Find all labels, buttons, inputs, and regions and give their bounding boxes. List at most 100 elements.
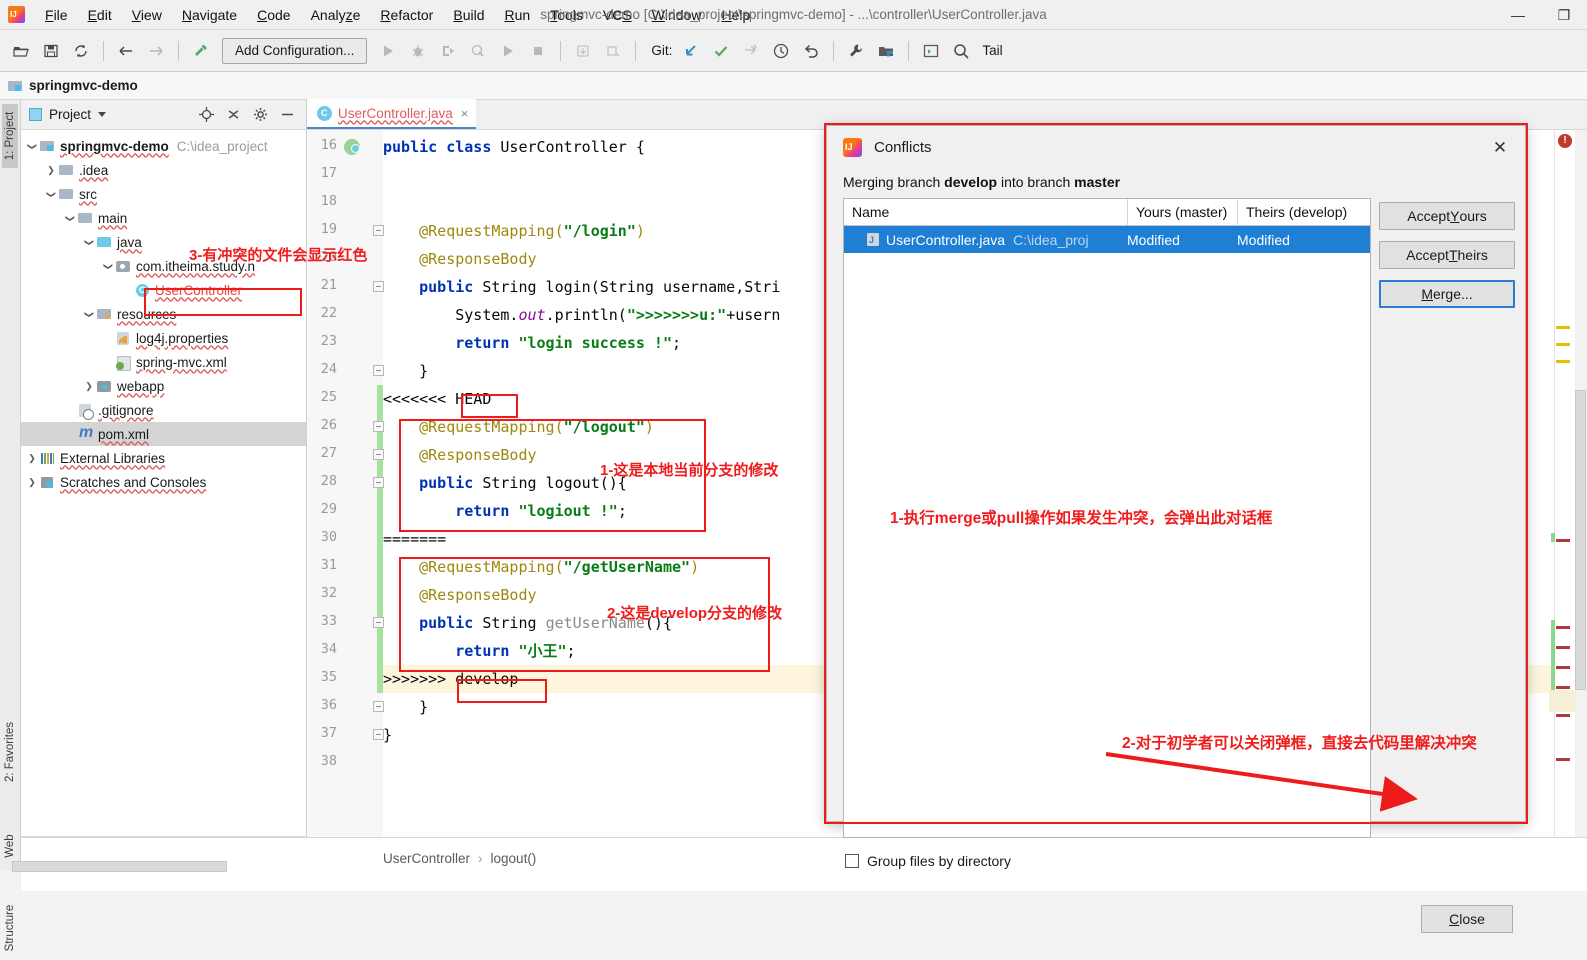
menu-file[interactable]: File: [35, 3, 78, 27]
class-gutter-icon-inner: [351, 144, 360, 153]
group-files-by-directory-checkbox[interactable]: Group files by directory: [845, 853, 1011, 869]
minimize-button[interactable]: —: [1495, 0, 1541, 30]
rail-item-favorites[interactable]: 2: Favorites: [4, 720, 16, 784]
chevron-right-icon[interactable]: [25, 453, 39, 464]
sync-icon[interactable]: [67, 37, 95, 65]
project-structure-icon[interactable]: [872, 37, 900, 65]
maximize-button[interactable]: ❐: [1541, 0, 1587, 30]
chevron-down-icon[interactable]: [98, 112, 107, 117]
column-header-yours[interactable]: Yours (master): [1127, 199, 1237, 225]
editor-marker-strip[interactable]: [1549, 130, 1576, 837]
vertical-scrollbar-thumb[interactable]: [1575, 390, 1586, 690]
menu-build[interactable]: Build: [443, 3, 494, 27]
menu-refactor[interactable]: Refactor: [370, 3, 443, 27]
intellij-logo-icon: [8, 6, 25, 23]
menu-help[interactable]: Help: [712, 3, 761, 27]
warning-marker[interactable]: [1556, 360, 1570, 363]
editor-gutter[interactable]: 16 17 18 19 20 21 22 23 24 25 26 27 28 29 30 31 32 33 34 35…: [307, 130, 384, 837]
tree-item-log4j-properties[interactable]: log4j.properties: [21, 326, 306, 350]
pkg-icon: [115, 259, 132, 274]
error-marker[interactable]: [1556, 758, 1570, 761]
gear-icon[interactable]: [249, 104, 271, 126]
close-icon[interactable]: ×: [461, 106, 469, 121]
wrench-icon[interactable]: [842, 37, 870, 65]
tree-item-scratches-and-consoles[interactable]: Scratches and Consoles: [21, 470, 306, 494]
menu-navigate[interactable]: Navigate: [172, 3, 247, 27]
column-header-name[interactable]: Name: [844, 199, 1127, 225]
conflicts-dialog[interactable]: Conflicts ✕ Merging branch develop into …: [826, 125, 1526, 933]
tree-item-src[interactable]: src: [21, 182, 306, 206]
chevron-down-icon[interactable]: [101, 261, 115, 272]
tree-item-idea[interactable]: .idea: [21, 158, 306, 182]
menu-vcs[interactable]: VCS: [593, 3, 642, 27]
tab-label: UserController.java: [338, 105, 453, 121]
back-arrow-icon[interactable]: [112, 37, 140, 65]
close-button[interactable]: Close: [1421, 905, 1513, 933]
error-marker[interactable]: [1556, 539, 1570, 542]
tab-usercontroller-java[interactable]: UserController.java ×: [307, 99, 477, 129]
toolbar-divider: [103, 40, 104, 61]
breadcrumb-class[interactable]: UserController: [383, 851, 470, 866]
error-marker[interactable]: [1556, 646, 1570, 649]
tree-item-springmvc-demo[interactable]: springmvc-demo C:\idea_project: [21, 134, 306, 158]
rollback-icon[interactable]: [797, 37, 825, 65]
menu-window[interactable]: Window: [642, 3, 712, 27]
breadcrumb-method[interactable]: logout(): [491, 851, 537, 866]
warning-marker[interactable]: [1556, 343, 1570, 346]
tree-item-resources[interactable]: resources: [21, 302, 306, 326]
menu-analyze[interactable]: Analyze: [301, 3, 371, 27]
terminal-icon[interactable]: [917, 37, 945, 65]
error-count-badge[interactable]: !: [1558, 134, 1572, 148]
chevron-down-icon[interactable]: [82, 309, 96, 320]
tree-item-webapp[interactable]: webapp: [21, 374, 306, 398]
tree-item-external-libraries[interactable]: External Libraries: [21, 446, 306, 470]
rail-item-structure[interactable]: Structure: [4, 896, 16, 960]
merge-button[interactable]: Merge...: [1379, 280, 1515, 308]
menu-tools[interactable]: Tools: [540, 3, 593, 27]
code-token: "/login": [563, 222, 636, 240]
tree-item-pom-xml[interactable]: pom.xml: [21, 422, 306, 446]
rail-item-project[interactable]: 1: Project: [2, 104, 18, 168]
accept-theirs-button[interactable]: Accept Theirs: [1379, 241, 1515, 269]
menu-view[interactable]: View: [122, 3, 172, 27]
chevron-down-icon[interactable]: [82, 237, 96, 248]
error-marker[interactable]: [1556, 714, 1570, 717]
search-icon[interactable]: [947, 37, 975, 65]
locate-icon[interactable]: [195, 104, 217, 126]
tree-item-label: webapp: [117, 378, 165, 394]
error-marker[interactable]: [1556, 686, 1570, 689]
error-marker[interactable]: [1556, 666, 1570, 669]
error-marker[interactable]: [1556, 626, 1570, 629]
chevron-down-icon[interactable]: [63, 213, 77, 224]
chevron-right-icon[interactable]: [82, 381, 96, 392]
table-row[interactable]: UserController.java C:\idea_proj Modifie…: [844, 226, 1370, 253]
menu-edit[interactable]: Edit: [78, 3, 122, 27]
history-clock-icon[interactable]: [767, 37, 795, 65]
chevron-down-icon[interactable]: [25, 141, 39, 152]
menu-code[interactable]: Code: [247, 3, 300, 27]
horizontal-scrollbar-thumb[interactable]: [12, 861, 227, 872]
collapse-all-icon[interactable]: [222, 104, 244, 126]
tree-item-usercontroller[interactable]: UserController: [21, 278, 306, 302]
open-folder-icon[interactable]: [7, 37, 35, 65]
column-header-theirs[interactable]: Theirs (develop): [1237, 199, 1369, 225]
chevron-right-icon[interactable]: [44, 165, 58, 176]
tree-item-spring-mvc-xml[interactable]: spring-mvc.xml: [21, 350, 306, 374]
save-icon[interactable]: [37, 37, 65, 65]
dialog-close-icon[interactable]: ✕: [1487, 136, 1513, 160]
update-project-icon[interactable]: [677, 37, 705, 65]
accept-yours-button[interactable]: Accept Yours: [1379, 202, 1515, 230]
chevron-down-icon[interactable]: [44, 189, 58, 200]
tree-item-gitignore[interactable]: .gitignore: [21, 398, 306, 422]
tail-label[interactable]: Tail: [982, 43, 1002, 58]
menu-run[interactable]: Run: [495, 3, 541, 27]
tree-item-main[interactable]: main: [21, 206, 306, 230]
project-panel-title[interactable]: Project: [49, 107, 91, 122]
hammer-icon[interactable]: [187, 37, 215, 65]
commit-checkmark-icon[interactable]: [707, 37, 735, 65]
add-configuration-button[interactable]: Add Configuration...: [222, 37, 368, 64]
checkbox-box[interactable]: [845, 854, 859, 868]
hide-panel-icon[interactable]: [276, 104, 298, 126]
warning-marker[interactable]: [1556, 326, 1570, 329]
chevron-right-icon[interactable]: [25, 477, 39, 488]
